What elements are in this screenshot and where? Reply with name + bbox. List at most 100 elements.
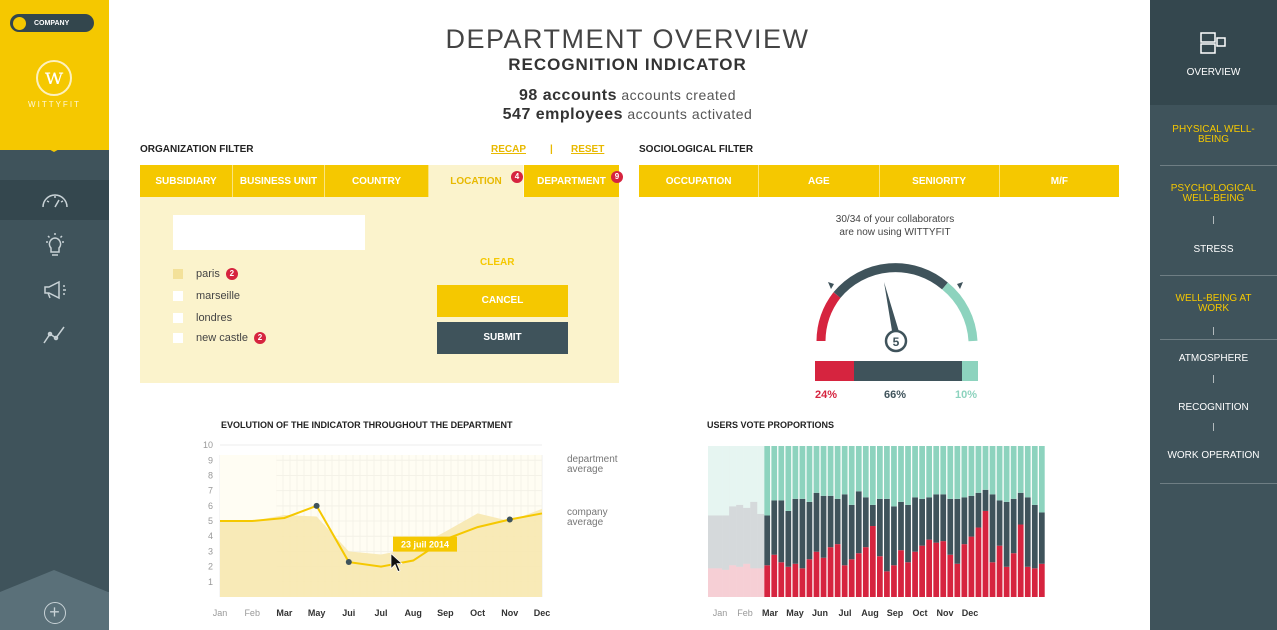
bar-positive (841, 446, 848, 495)
reset-link[interactable]: RESET (571, 144, 604, 155)
submit-button[interactable]: SUBMIT (437, 322, 568, 354)
bar-positive (827, 446, 834, 496)
tab-gender[interactable]: M/F (1000, 165, 1119, 197)
bar-negative (954, 563, 961, 597)
nav-idea[interactable] (0, 225, 109, 265)
overview-nav[interactable]: OVERVIEW (1150, 0, 1277, 105)
tab-seniority[interactable]: SENIORITY (880, 165, 1000, 197)
bar-positive (947, 446, 954, 499)
bar-positive (799, 446, 806, 499)
tab-label: DEPARTMENT (537, 175, 606, 187)
tab-country[interactable]: COUNTRY (325, 165, 429, 197)
bar-negative (834, 544, 841, 597)
tab-business-unit[interactable]: BUSINESS UNIT (233, 165, 325, 197)
bar-neutral (968, 495, 975, 537)
nav-item-physical-well-being[interactable]: PHYSICAL WELL- BEING (1150, 125, 1277, 145)
nav-announce[interactable] (0, 270, 109, 310)
bar-negative (869, 526, 876, 597)
nav-item-psychological-well-being[interactable]: PSYCHOLOGICAL WELL-BEING (1150, 184, 1277, 204)
tab-age[interactable]: AGE (759, 165, 880, 197)
recap-link[interactable]: RECAP (491, 144, 526, 155)
y-tick-label: 6 (208, 501, 213, 511)
nav-divider (1160, 165, 1277, 166)
bar-neutral (926, 497, 933, 540)
location-checkbox[interactable] (173, 291, 183, 301)
clear-button[interactable]: CLEAR (480, 257, 514, 268)
tab-occupation[interactable]: OCCUPATION (639, 165, 760, 197)
bar-negative (989, 562, 996, 597)
bar-negative (764, 565, 771, 597)
bar-negative (855, 553, 862, 597)
lightbulb-icon (45, 233, 64, 256)
bar-neutral (919, 498, 925, 546)
location-item-new-castle[interactable]: new castle 2 (173, 331, 266, 345)
nav-item-work-operation[interactable]: WORK OPERATION (1150, 451, 1277, 461)
data-point (313, 502, 320, 509)
x-tick-label: Jun (812, 608, 828, 618)
company-toggle-dot (13, 16, 26, 30)
bar-neutral (736, 504, 744, 567)
gauge-right-marker (957, 282, 963, 289)
bar-negative (877, 556, 883, 597)
legend-company-line-2: average (567, 517, 604, 528)
add-button[interactable]: + (0, 570, 109, 630)
bar-neutral (855, 491, 862, 554)
bar-positive (813, 446, 820, 493)
bar-positive (820, 446, 827, 496)
location-checkbox[interactable] (173, 333, 183, 343)
bar-positive (1017, 446, 1024, 493)
x-tick-label: Jan (713, 608, 728, 618)
cancel-button[interactable]: CANCEL (437, 285, 568, 317)
bar-neutral (1024, 497, 1031, 567)
y-tick-label: 1 (208, 577, 213, 587)
bar-negative (708, 568, 716, 597)
bar-neutral (862, 497, 869, 548)
x-tick-label: Jul (838, 608, 851, 618)
bar-neutral (785, 510, 792, 567)
bar-negative (722, 569, 730, 597)
x-tick-label: May (786, 608, 804, 618)
bar-neutral (708, 515, 716, 569)
nav-item-recognition[interactable]: RECOGNITION (1150, 403, 1277, 413)
x-tick-label: Dec (962, 608, 979, 618)
nav-divider (1160, 339, 1277, 340)
right-sidebar: OVERVIEW PHYSICAL WELL- BEING PSYCHOLOGICA… (1150, 0, 1277, 630)
location-checkbox[interactable] (173, 269, 183, 279)
bar-negative (891, 565, 897, 597)
bar-negative (975, 527, 982, 597)
bar-positive (982, 446, 989, 490)
nav-item-atmosphere[interactable]: ATMOSPHERE (1150, 354, 1277, 364)
nav-trend[interactable] (0, 315, 109, 355)
location-label: paris (196, 268, 220, 280)
bar-positive (926, 446, 933, 498)
nav-item-stress[interactable]: STRESS (1150, 245, 1277, 255)
bar-positive (933, 446, 940, 495)
bar-neutral (1003, 501, 1010, 567)
bar-neutral (933, 494, 940, 543)
nav-gauge[interactable] (0, 180, 109, 220)
accounts-suffix: accounts created (616, 87, 736, 103)
bar-positive (898, 446, 904, 502)
nav-item-well-being-at-work[interactable]: WELL-BEING AT WORK (1150, 294, 1277, 314)
company-switch[interactable]: COMPANY (10, 14, 94, 32)
bar-positive (715, 446, 723, 516)
bar-neutral (771, 500, 778, 555)
bar-positive (954, 446, 961, 499)
distribution-segment-1 (854, 361, 962, 381)
tab-subsidiary[interactable]: SUBSIDIARY (140, 165, 233, 197)
location-item-marseille[interactable]: marseille (173, 289, 240, 303)
bar-negative (1017, 524, 1024, 597)
location-checkbox[interactable] (173, 313, 183, 323)
usage-text: 30/34 of your collaborators are now usin… (770, 213, 1020, 239)
usage-line-1: 30/34 of your collaborators (835, 214, 955, 225)
tab-location[interactable]: LOCATION 4 (429, 165, 524, 197)
location-item-paris[interactable]: paris 2 (173, 267, 238, 281)
tab-label: COUNTRY (351, 175, 402, 187)
bar-positive (1003, 446, 1010, 502)
location-item-londres[interactable]: londres (173, 311, 232, 325)
location-search-input[interactable] (173, 215, 365, 250)
tab-department[interactable]: DEPARTMENT 9 (524, 165, 623, 197)
bar-negative (919, 545, 925, 597)
x-tick-label: Aug (861, 608, 879, 618)
bar-neutral (792, 498, 799, 564)
